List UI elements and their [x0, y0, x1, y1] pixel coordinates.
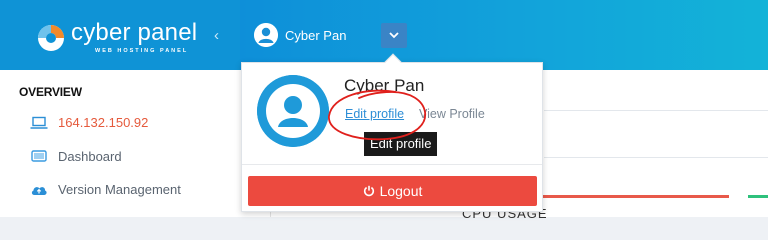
sidebar-item-ip[interactable]: 164.132.150.92	[30, 115, 148, 130]
power-icon	[363, 185, 374, 197]
user-dropdown-menu: Cyber Pan Edit profile View Profile Edit…	[241, 53, 543, 212]
monitor-icon	[31, 149, 47, 162]
sidebar-item-label: 164.132.150.92	[58, 115, 149, 130]
top-navbar: Cyber Pan	[240, 0, 768, 70]
brand-title: cyber panel	[71, 19, 198, 46]
dropdown-divider	[242, 164, 542, 165]
brand-header: cyber panel WEB HOSTING PANEL ‹	[0, 0, 240, 70]
sidebar-item-label: Version Management	[58, 182, 181, 197]
content-card	[544, 110, 768, 158]
cyberpanel-logo-icon	[38, 25, 64, 51]
logout-button[interactable]: Logout	[248, 176, 537, 206]
edit-profile-link[interactable]: Edit profile	[345, 107, 404, 121]
sidebar-item-label: Dashboard	[58, 149, 122, 164]
cloud-upload-icon	[31, 186, 47, 195]
user-icon[interactable]	[254, 23, 278, 47]
user-name[interactable]: Cyber Pan	[285, 28, 346, 43]
laptop-icon	[30, 116, 48, 129]
chevron-down-icon	[389, 32, 399, 39]
brand-subtitle: WEB HOSTING PANEL	[95, 48, 189, 54]
sidebar-item-dashboard[interactable]: Dashboard	[30, 149, 122, 164]
dropdown-user-name: Cyber Pan	[344, 76, 425, 95]
view-profile-link[interactable]: View Profile	[419, 107, 485, 121]
user-icon	[257, 75, 329, 147]
chevron-left-icon[interactable]: ‹	[214, 27, 219, 44]
logout-label: Logout	[379, 183, 423, 199]
edit-profile-tooltip: Edit profile	[364, 132, 438, 156]
sidebar-item-version-management[interactable]: Version Management	[30, 182, 181, 197]
user-menu-toggle[interactable]	[381, 23, 407, 48]
sidebar-section-title: OVERVIEW	[19, 85, 82, 99]
stat-card-green	[748, 195, 768, 217]
